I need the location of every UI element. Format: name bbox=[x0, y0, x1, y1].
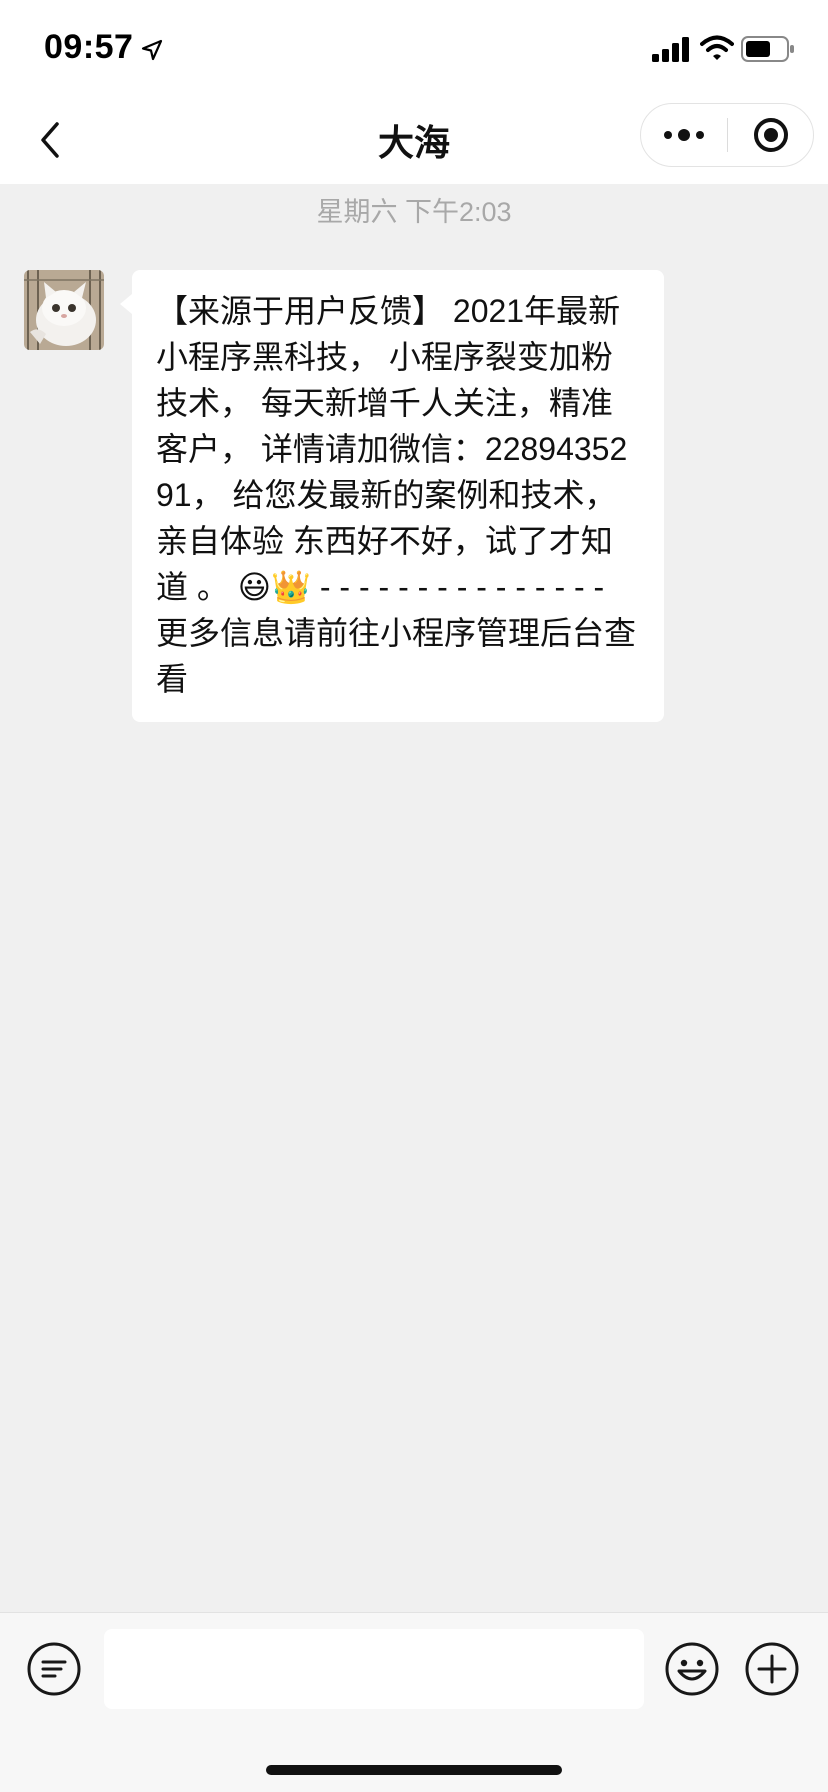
status-time: 09:57 bbox=[44, 28, 134, 66]
more-button[interactable] bbox=[641, 104, 727, 166]
keyboard-voice-button[interactable] bbox=[26, 1641, 82, 1697]
avatar[interactable] bbox=[24, 270, 104, 350]
status-bar: 09:57 bbox=[0, 0, 828, 96]
keyboard-voice-icon bbox=[27, 1642, 81, 1696]
nav-bar: 大海 bbox=[0, 96, 828, 184]
message-text: 【来源于用户反馈】 2021年最新小程序黑科技， 小程序裂变加粉技术， 每天新增… bbox=[156, 293, 637, 697]
wifi-icon bbox=[700, 35, 734, 60]
cat-avatar bbox=[24, 270, 104, 350]
input-bar bbox=[0, 1612, 828, 1792]
battery-icon bbox=[741, 36, 794, 62]
message-timestamp: 星期六 下午2:03 bbox=[316, 197, 512, 227]
emoji-button[interactable] bbox=[664, 1641, 720, 1697]
plus-button[interactable] bbox=[744, 1641, 800, 1697]
cellular-signal-icon bbox=[652, 37, 689, 62]
close-mini-program-button[interactable] bbox=[728, 104, 814, 166]
chevron-left-icon bbox=[41, 122, 59, 158]
plus-icon bbox=[745, 1642, 799, 1696]
location-arrow-icon bbox=[141, 39, 163, 61]
more-dots-icon bbox=[664, 129, 704, 141]
back-button[interactable] bbox=[22, 112, 78, 168]
mini-program-capsule bbox=[640, 103, 814, 167]
message-input[interactable] bbox=[104, 1629, 644, 1709]
record-circle-icon bbox=[754, 118, 788, 152]
emoji-icon bbox=[665, 1642, 719, 1696]
home-indicator[interactable] bbox=[266, 1765, 562, 1775]
message-bubble[interactable]: 【来源于用户反馈】 2021年最新小程序黑科技， 小程序裂变加粉技术， 每天新增… bbox=[120, 270, 664, 722]
chat-area[interactable]: 星期六 下午2:03 【来源于用户反馈】 2021年最新小程序黑科技， 小程序裂… bbox=[0, 184, 828, 1612]
